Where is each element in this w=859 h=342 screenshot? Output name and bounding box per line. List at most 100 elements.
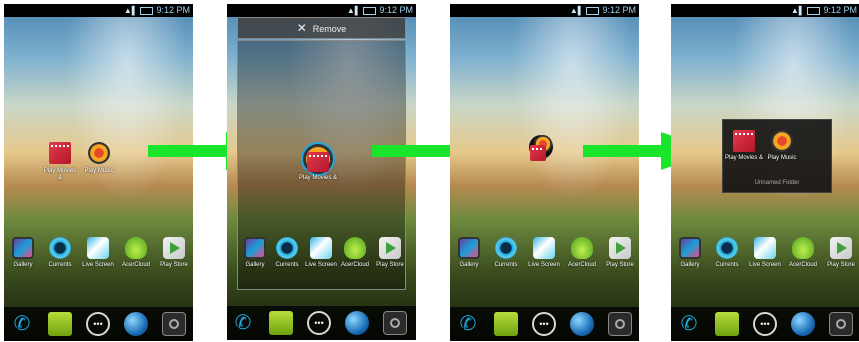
dock-item-gallery[interactable]: Gallery xyxy=(671,237,709,268)
dock-item-gallery[interactable]: Gallery xyxy=(450,237,488,268)
dock-label: Play Store xyxy=(606,262,634,268)
dock: Gallery Currents Live Screen AcerCloud P… xyxy=(450,237,639,277)
gallery-icon xyxy=(458,237,480,259)
browser-icon[interactable] xyxy=(345,311,369,335)
dock-item-live-screen[interactable]: Live Screen xyxy=(525,237,563,268)
acercloud-icon xyxy=(125,237,147,259)
dock-label: AcerCloud xyxy=(121,262,150,268)
remove-label: Remove xyxy=(312,24,347,34)
folder-name[interactable]: Unnamed Folder xyxy=(723,180,831,186)
dock-item-acercloud[interactable]: AcerCloud xyxy=(336,237,374,268)
battery-icon xyxy=(586,6,600,15)
phone-icon[interactable]: ✆ xyxy=(677,312,701,336)
browser-icon[interactable] xyxy=(791,312,815,336)
close-icon: ✕ xyxy=(296,21,307,35)
dock-item-play-store[interactable]: Play Store xyxy=(822,237,859,268)
dock-item-live-screen[interactable]: Live Screen xyxy=(746,237,784,268)
dock-item-acercloud[interactable]: AcerCloud xyxy=(117,237,155,268)
dock-item-currents[interactable]: Currents xyxy=(41,237,79,268)
app-drawer-icon[interactable]: ••• xyxy=(532,312,556,336)
dock-label: AcerCloud xyxy=(788,262,817,268)
phone-icon[interactable]: ✆ xyxy=(10,312,34,336)
bottom-bar: ✆ ••• xyxy=(671,307,859,341)
camera-icon[interactable] xyxy=(608,312,632,336)
acercloud-icon xyxy=(571,237,593,259)
dock-item-acercloud[interactable]: AcerCloud xyxy=(784,237,822,268)
dock-item-live-screen[interactable]: Live Screen xyxy=(302,237,340,268)
signal-icon: ▲▌ xyxy=(123,6,138,15)
gallery-icon xyxy=(244,237,266,259)
dock-label: Live Screen xyxy=(749,262,781,268)
dock-item-live-screen[interactable]: Live Screen xyxy=(79,237,117,268)
app-drawer-icon[interactable]: ••• xyxy=(753,312,777,336)
battery-icon xyxy=(363,6,377,15)
live-screen-icon xyxy=(754,237,776,259)
status-time: 9:12 PM xyxy=(823,5,857,15)
dock-label: Currents xyxy=(48,262,72,268)
messaging-icon[interactable] xyxy=(715,312,739,336)
play-music-label: Play Music xyxy=(84,168,114,174)
phone-icon[interactable]: ✆ xyxy=(456,312,480,336)
signal-icon: ▲▌ xyxy=(790,6,805,15)
dock-label: AcerCloud xyxy=(567,262,596,268)
play-music-icon[interactable] xyxy=(88,142,110,164)
app-drawer-icon[interactable]: ••• xyxy=(307,311,331,335)
remove-drop-target[interactable]: ✕ Remove xyxy=(237,17,406,39)
dock-label: Gallery xyxy=(680,262,700,268)
camera-icon[interactable] xyxy=(383,311,407,335)
camera-icon[interactable] xyxy=(162,312,186,336)
messaging-icon[interactable] xyxy=(494,312,518,336)
dock: Gallery Currents Live Screen AcerCloud P… xyxy=(227,237,416,277)
dock-item-play-store[interactable]: Play Store xyxy=(371,237,409,268)
status-bar: ▲▌ 9:12 PM xyxy=(227,4,416,17)
phone-icon[interactable]: ✆ xyxy=(231,311,255,335)
play-store-icon xyxy=(609,237,631,259)
messaging-icon[interactable] xyxy=(48,312,72,336)
status-time: 9:12 PM xyxy=(379,5,413,15)
dock-label: Live Screen xyxy=(82,262,114,268)
dock-label: Play Store xyxy=(160,262,188,268)
dock-label: Gallery xyxy=(459,262,479,268)
dock: Gallery Currents Live Screen AcerCloud P… xyxy=(671,237,859,277)
dock-item-currents[interactable]: Currents xyxy=(487,237,525,268)
dock-label: Currents xyxy=(275,262,299,268)
status-bar: ▲▌ 9:12 PM xyxy=(671,4,859,17)
bottom-bar: ✆ ••• xyxy=(450,307,639,341)
status-bar: ▲▌ 9:12 PM xyxy=(4,4,193,17)
messaging-icon[interactable] xyxy=(269,311,293,335)
folder-movies-label: Play Movies & xyxy=(725,155,764,161)
dock-item-gallery[interactable]: Gallery xyxy=(4,237,42,268)
browser-icon[interactable] xyxy=(124,312,148,336)
currents-icon xyxy=(716,237,738,259)
folder-popup: Play Movies & Play Music Unnamed Folder xyxy=(722,119,832,193)
phone-screen-1: ▲▌ 9:12 PM Play Movies & Play Music Galle… xyxy=(4,4,193,341)
dock-item-play-store[interactable]: Play Store xyxy=(155,237,193,268)
bottom-bar: ✆ ••• xyxy=(4,307,193,341)
play-movies-icon xyxy=(530,145,546,161)
camera-icon[interactable] xyxy=(829,312,853,336)
live-screen-icon xyxy=(533,237,555,259)
phone-screen-2: ▲▌ 9:12 PM ✕ Remove Play Movies & Gallery … xyxy=(227,4,416,340)
play-music-icon[interactable] xyxy=(771,130,793,152)
signal-icon: ▲▌ xyxy=(569,6,584,15)
play-movies-dragged-icon[interactable] xyxy=(307,152,329,172)
dock-label: AcerCloud xyxy=(340,262,369,268)
dock-item-acercloud[interactable]: AcerCloud xyxy=(563,237,601,268)
browser-icon[interactable] xyxy=(570,312,594,336)
dock-label: Live Screen xyxy=(305,262,337,268)
play-movies-icon[interactable] xyxy=(733,130,755,152)
play-movies-icon[interactable] xyxy=(49,142,71,164)
play-store-icon xyxy=(830,237,852,259)
dock-item-currents[interactable]: Currents xyxy=(268,237,306,268)
play-movies-label: Play Movies & xyxy=(43,168,77,181)
dock-label: Play Store xyxy=(827,262,855,268)
phone-screen-4: ▲▌ 9:12 PM Play Movies & Play Music Unnam… xyxy=(671,4,859,341)
currents-icon xyxy=(495,237,517,259)
battery-icon xyxy=(140,6,154,15)
acercloud-icon xyxy=(344,237,366,259)
dock-item-play-store[interactable]: Play Store xyxy=(601,237,639,268)
signal-icon: ▲▌ xyxy=(346,6,361,15)
dock-item-currents[interactable]: Currents xyxy=(708,237,746,268)
dock-label: Currents xyxy=(715,262,739,268)
app-drawer-icon[interactable]: ••• xyxy=(86,312,110,336)
